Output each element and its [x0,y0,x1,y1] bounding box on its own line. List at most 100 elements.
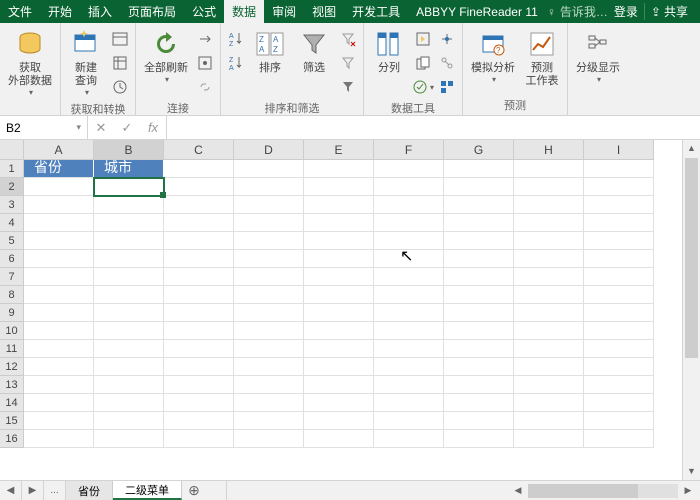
cell-D4[interactable] [234,214,304,232]
cell-G10[interactable] [444,322,514,340]
properties-button[interactable] [194,52,216,74]
row-4[interactable]: 4 [0,214,24,232]
login-button[interactable]: 登录 [614,3,638,20]
cell-E4[interactable] [304,214,374,232]
cell-I11[interactable] [584,340,654,358]
scroll-up-icon[interactable]: ▲ [683,140,700,157]
row-7[interactable]: 7 [0,268,24,286]
cell-A2[interactable] [24,178,94,196]
col-F[interactable]: F [374,140,444,160]
cell-F2[interactable] [374,178,444,196]
row-9[interactable]: 9 [0,304,24,322]
cell-D10[interactable] [234,322,304,340]
cell-D2[interactable] [234,178,304,196]
row-2[interactable]: 2 [0,178,24,196]
cell-H3[interactable] [514,196,584,214]
cell-D16[interactable] [234,430,304,448]
sheet-tab-secondary[interactable]: 二级菜单 [113,481,182,500]
hscroll-thumb[interactable] [528,484,638,498]
from-table-button[interactable] [109,52,131,74]
cell-E7[interactable] [304,268,374,286]
cell-H11[interactable] [514,340,584,358]
cell-C5[interactable] [164,232,234,250]
cell-E6[interactable] [304,250,374,268]
cell-D5[interactable] [234,232,304,250]
row-1[interactable]: 1 [0,160,24,178]
hscroll-right-icon[interactable]: ▶ [680,485,696,496]
cell-G4[interactable] [444,214,514,232]
cell-E1[interactable] [304,160,374,178]
row-14[interactable]: 14 [0,394,24,412]
sort-asc-button[interactable]: AZ [225,28,247,50]
cell-I14[interactable] [584,394,654,412]
cell-F13[interactable] [374,376,444,394]
cell-I5[interactable] [584,232,654,250]
tab-insert[interactable]: 插入 [80,0,120,23]
cell-A4[interactable] [24,214,94,232]
cell-D12[interactable] [234,358,304,376]
cell-I4[interactable] [584,214,654,232]
connections-button[interactable] [194,28,216,50]
cell-F11[interactable] [374,340,444,358]
cell-A12[interactable] [24,358,94,376]
cell-H12[interactable] [514,358,584,376]
cell-A5[interactable] [24,232,94,250]
cell-I10[interactable] [584,322,654,340]
row-5[interactable]: 5 [0,232,24,250]
cell-G16[interactable] [444,430,514,448]
cell-D11[interactable] [234,340,304,358]
cell-H15[interactable] [514,412,584,430]
row-3[interactable]: 3 [0,196,24,214]
name-box[interactable]: B2 [0,116,88,139]
cell-D7[interactable] [234,268,304,286]
cells-area[interactable]: 省份城市 [24,160,682,480]
cell-E5[interactable] [304,232,374,250]
cell-C8[interactable] [164,286,234,304]
flash-fill-button[interactable] [412,28,434,50]
cell-G9[interactable] [444,304,514,322]
row-6[interactable]: 6 [0,250,24,268]
tell-me-input[interactable]: ♀ 告诉我… [547,3,608,20]
advanced-filter-button[interactable] [337,76,359,98]
formula-input[interactable] [167,116,700,139]
cell-C12[interactable] [164,358,234,376]
cell-D8[interactable] [234,286,304,304]
cell-H5[interactable] [514,232,584,250]
cell-G2[interactable] [444,178,514,196]
horizontal-scrollbar[interactable]: ◀ ▶ [226,481,700,500]
cell-I15[interactable] [584,412,654,430]
data-validation-button[interactable] [412,76,434,98]
cell-E12[interactable] [304,358,374,376]
cell-B1[interactable]: 城市 [94,160,164,178]
cell-G14[interactable] [444,394,514,412]
cancel-formula-button[interactable]: ✕ [88,120,114,136]
clear-filter-button[interactable] [337,28,359,50]
tab-review[interactable]: 审阅 [264,0,304,23]
filter-button[interactable]: 筛选 [293,26,335,77]
sort-button[interactable]: ZAAZ 排序 [249,26,291,77]
cell-E8[interactable] [304,286,374,304]
cell-B10[interactable] [94,322,164,340]
cell-G3[interactable] [444,196,514,214]
hscroll-left-icon[interactable]: ◀ [510,485,526,496]
cell-I2[interactable] [584,178,654,196]
cell-F10[interactable] [374,322,444,340]
cell-C15[interactable] [164,412,234,430]
cell-C10[interactable] [164,322,234,340]
cell-I12[interactable] [584,358,654,376]
cell-A15[interactable] [24,412,94,430]
scroll-thumb[interactable] [685,158,698,358]
cell-F5[interactable] [374,232,444,250]
cell-F15[interactable] [374,412,444,430]
what-if-button[interactable]: ? 模拟分析 [467,26,519,86]
cell-H6[interactable] [514,250,584,268]
cell-B8[interactable] [94,286,164,304]
cell-F1[interactable] [374,160,444,178]
cell-D15[interactable] [234,412,304,430]
cell-A9[interactable] [24,304,94,322]
cell-F7[interactable] [374,268,444,286]
cell-A13[interactable] [24,376,94,394]
cell-B6[interactable] [94,250,164,268]
cell-C13[interactable] [164,376,234,394]
cell-E13[interactable] [304,376,374,394]
